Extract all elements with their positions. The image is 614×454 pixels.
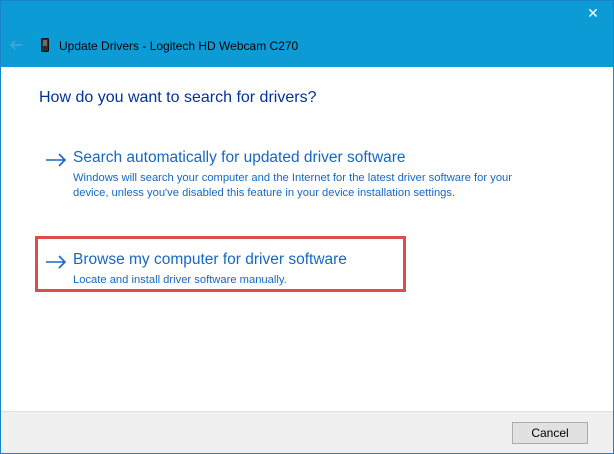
highlight-annotation-box [35, 236, 406, 292]
arrow-right-icon [46, 153, 67, 167]
window-title: Update Drivers - Logitech HD Webcam C270 [59, 39, 299, 53]
webcam-device-icon [41, 38, 49, 52]
back-arrow-icon[interactable] [8, 37, 24, 53]
dialog-footer: Cancel [1, 411, 613, 453]
cancel-button[interactable]: Cancel [512, 422, 588, 444]
option-description: Windows will search your computer and th… [73, 172, 512, 199]
close-button[interactable]: ✕ [581, 3, 605, 25]
update-drivers-dialog: ✕ Update Drivers - Logitech HD Webcam C2… [0, 0, 614, 454]
page-heading: How do you want to search for drivers? [39, 89, 317, 106]
option-title: Search automatically for updated driver … [73, 149, 406, 166]
close-icon: ✕ [587, 6, 599, 22]
title-bar: ✕ Update Drivers - Logitech HD Webcam C2… [1, 1, 613, 67]
